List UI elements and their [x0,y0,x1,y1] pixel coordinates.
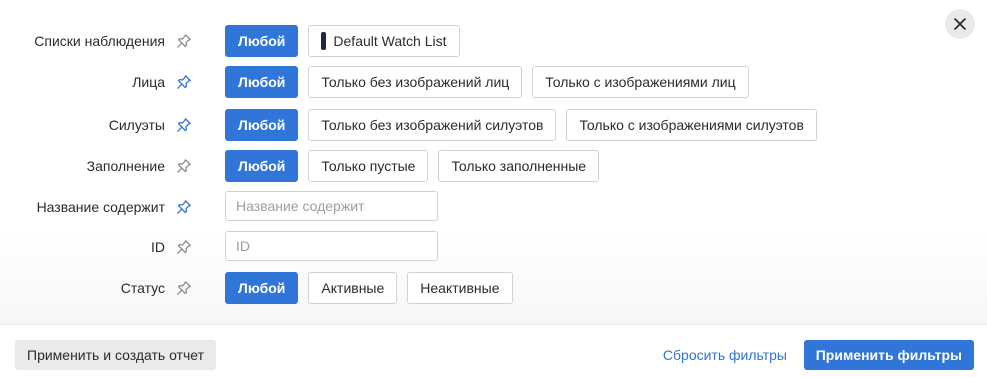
filter-label-filling: Заполнение [86,158,165,174]
faces-any-button[interactable]: Любой [225,66,299,98]
pin-icon[interactable] [175,157,193,175]
faces-without-button[interactable]: Только без изображений лиц [308,66,523,98]
faces-options: Любой Только без изображений лиц Только … [225,66,749,98]
filling-filled-button[interactable]: Только заполненные [438,150,600,182]
filter-label-name-contains: Название содержит [36,199,165,215]
watchlists-default-button[interactable]: Default Watch List [308,25,460,57]
filter-row-filling: Заполнение Любой Только пустые Только за… [0,150,987,182]
id-field-wrap [225,231,438,263]
filter-row-silhouettes: Силуэты Любой Только без изображений сил… [0,109,987,141]
filter-panel: Списки наблюдения Любой Default Watch Li… [0,0,987,324]
faces-with-button[interactable]: Только с изображениями лиц [532,66,749,98]
pin-icon-inactive [177,159,191,173]
pin-icon-active [177,118,191,132]
pin-icon-inactive [177,34,191,48]
pin-icon-active [177,200,191,214]
pin-icon-inactive [177,240,191,254]
filter-label-id: ID [151,239,165,255]
pin-icon-inactive [177,281,191,295]
status-options: Любой Активные Неактивные [225,272,513,304]
status-inactive-button[interactable]: Неактивные [407,272,513,304]
watchlist-color-marker [321,32,327,50]
watchlist-name: Default Watch List [333,33,447,49]
filter-row-faces: Лица Любой Только без изображений лиц То… [0,66,987,98]
status-any-button[interactable]: Любой [225,272,299,304]
name-contains-field-wrap [225,191,438,223]
pin-icon[interactable] [175,32,193,50]
pin-icon[interactable] [175,198,193,216]
status-active-button[interactable]: Активные [308,272,398,304]
id-input[interactable] [225,231,438,261]
name-contains-input[interactable] [225,191,438,221]
reset-filters-link[interactable]: Сбросить фильтры [663,340,787,370]
silhouettes-without-button[interactable]: Только без изображений силуэтов [308,109,557,141]
watchlists-any-button[interactable]: Любой [225,25,299,57]
filling-empty-button[interactable]: Только пустые [308,150,429,182]
filter-row-status: Статус Любой Активные Неактивные [0,272,987,304]
filter-label-watchlists: Списки наблюдения [34,33,165,49]
pin-icon-active [177,75,191,89]
filter-label-faces: Лица [132,74,165,90]
filling-options: Любой Только пустые Только заполненные [225,150,600,182]
filter-label-silhouettes: Силуэты [108,117,165,133]
watchlists-options: Любой Default Watch List [225,25,460,57]
pin-icon[interactable] [175,238,193,256]
pin-icon[interactable] [175,279,193,297]
apply-filters-button[interactable]: Применить фильтры [803,340,974,370]
silhouettes-with-button[interactable]: Только с изображениями силуэтов [566,109,817,141]
silhouettes-any-button[interactable]: Любой [225,109,299,141]
filter-row-watchlists: Списки наблюдения Любой Default Watch Li… [0,25,987,57]
dialog-footer: Применить и создать отчет Сбросить фильт… [0,324,987,378]
pin-icon[interactable] [175,73,193,91]
apply-and-report-button[interactable]: Применить и создать отчет [15,340,216,370]
pin-icon[interactable] [175,116,193,134]
filter-row-id: ID [0,231,987,263]
silhouettes-options: Любой Только без изображений силуэтов То… [225,109,817,141]
filling-any-button[interactable]: Любой [225,150,299,182]
filter-row-name-contains: Название содержит [0,191,987,223]
filter-label-status: Статус [120,280,165,296]
